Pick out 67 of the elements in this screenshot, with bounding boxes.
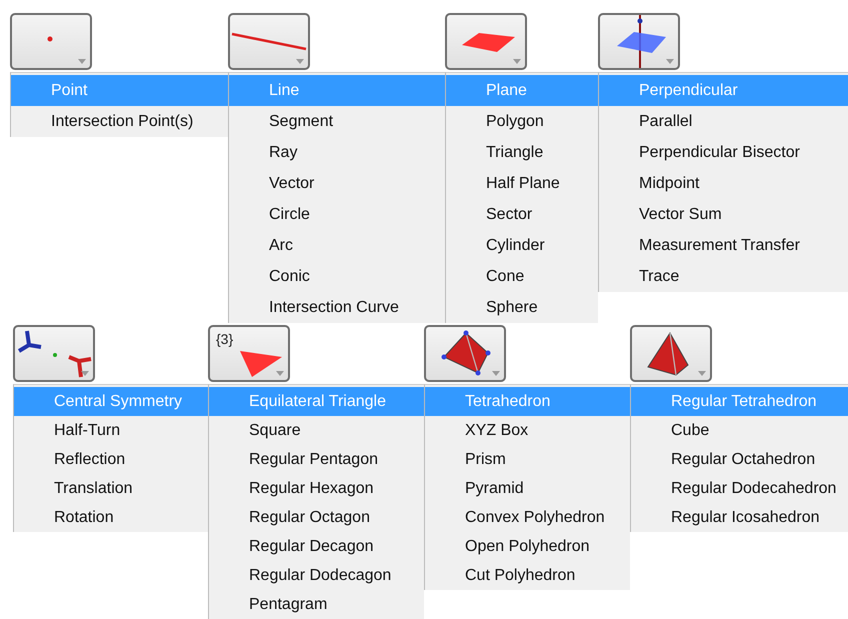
menu-item[interactable]: Half-Turn xyxy=(14,416,208,445)
tool-button[interactable] xyxy=(13,325,95,382)
menu-item[interactable]: Triangle xyxy=(446,137,598,168)
tool-button[interactable] xyxy=(630,325,712,382)
tool-button[interactable] xyxy=(445,13,527,70)
tool-button[interactable] xyxy=(598,13,680,70)
menu-item[interactable]: Sector xyxy=(446,199,598,230)
menu-item[interactable]: Regular Octagon xyxy=(209,503,424,532)
caret-icon xyxy=(666,59,674,64)
tool-button[interactable] xyxy=(424,325,506,382)
menu-item[interactable]: Prism xyxy=(425,445,630,474)
plane-icon xyxy=(462,33,515,52)
menu-item[interactable]: Regular Octahedron xyxy=(631,445,848,474)
symmetry-icon xyxy=(17,329,93,379)
menu-item[interactable]: Half Plane xyxy=(446,168,598,199)
menu-item[interactable]: Sphere xyxy=(446,292,598,323)
menu-item[interactable]: Square xyxy=(209,416,424,445)
menu-item[interactable]: Cylinder xyxy=(446,230,598,261)
perpendicular-icon xyxy=(616,15,667,68)
menu-item[interactable]: Circle xyxy=(229,199,445,230)
tool-button[interactable]: {3} xyxy=(208,325,290,382)
menu-item[interactable]: Cone xyxy=(446,261,598,292)
menu-item[interactable]: Regular Icosahedron xyxy=(631,503,848,532)
menu-item[interactable]: Conic xyxy=(229,261,445,292)
pyramid-icon xyxy=(647,332,689,376)
icon-label: {3} xyxy=(216,330,234,349)
caret-icon xyxy=(81,371,89,376)
menu-item[interactable]: Rotation xyxy=(14,503,208,532)
menu-item[interactable]: Cube xyxy=(631,416,848,445)
menu-item[interactable]: Pentagram xyxy=(209,590,424,619)
triangle-icon xyxy=(240,351,282,377)
menu-item[interactable]: Reflection xyxy=(14,445,208,474)
menu-item[interactable]: Midpoint xyxy=(599,168,848,199)
tool-button[interactable] xyxy=(10,13,92,70)
menu-item[interactable]: Perpendicular Bisector xyxy=(599,137,848,168)
menu-item[interactable]: XYZ Box xyxy=(425,416,630,445)
menu-item[interactable]: Vector xyxy=(229,168,445,199)
caret-icon xyxy=(513,59,521,64)
menu-item[interactable]: Regular Pentagon xyxy=(209,445,424,474)
menu-item[interactable]: Intersection Point(s) xyxy=(11,106,228,137)
menu-item[interactable]: Trace xyxy=(599,261,848,292)
menu-item[interactable]: Vector Sum xyxy=(599,199,848,230)
menu-item[interactable]: Measurement Transfer xyxy=(599,230,848,261)
menu-item[interactable]: Cut Polyhedron xyxy=(425,561,630,590)
menu-item[interactable]: Convex Polyhedron xyxy=(425,503,630,532)
menu-item[interactable]: Regular Decagon xyxy=(209,532,424,561)
menu-item[interactable]: Translation xyxy=(14,474,208,503)
caret-icon xyxy=(78,59,86,64)
menu-item[interactable]: Arc xyxy=(229,230,445,261)
caret-icon xyxy=(698,371,706,376)
point-icon xyxy=(47,36,53,42)
caret-icon xyxy=(276,371,284,376)
menu-item[interactable]: Regular Dodecahedron xyxy=(631,474,848,503)
menu-item[interactable]: Open Polyhedron xyxy=(425,532,630,561)
tool-button[interactable] xyxy=(228,13,310,70)
menu-item[interactable]: Pyramid xyxy=(425,474,630,503)
menu-item[interactable]: Segment xyxy=(229,106,445,137)
caret-icon xyxy=(492,371,500,376)
menu-item[interactable]: Intersection Curve xyxy=(229,292,445,323)
line-icon xyxy=(231,32,307,51)
menu-item[interactable]: Regular Dodecagon xyxy=(209,561,424,590)
menu-item[interactable]: Polygon xyxy=(446,106,598,137)
menu-item[interactable]: Ray xyxy=(229,137,445,168)
tetrahedron-icon xyxy=(441,330,491,376)
caret-icon xyxy=(296,59,304,64)
menu-item[interactable]: Parallel xyxy=(599,106,848,137)
menu-item[interactable]: Regular Hexagon xyxy=(209,474,424,503)
